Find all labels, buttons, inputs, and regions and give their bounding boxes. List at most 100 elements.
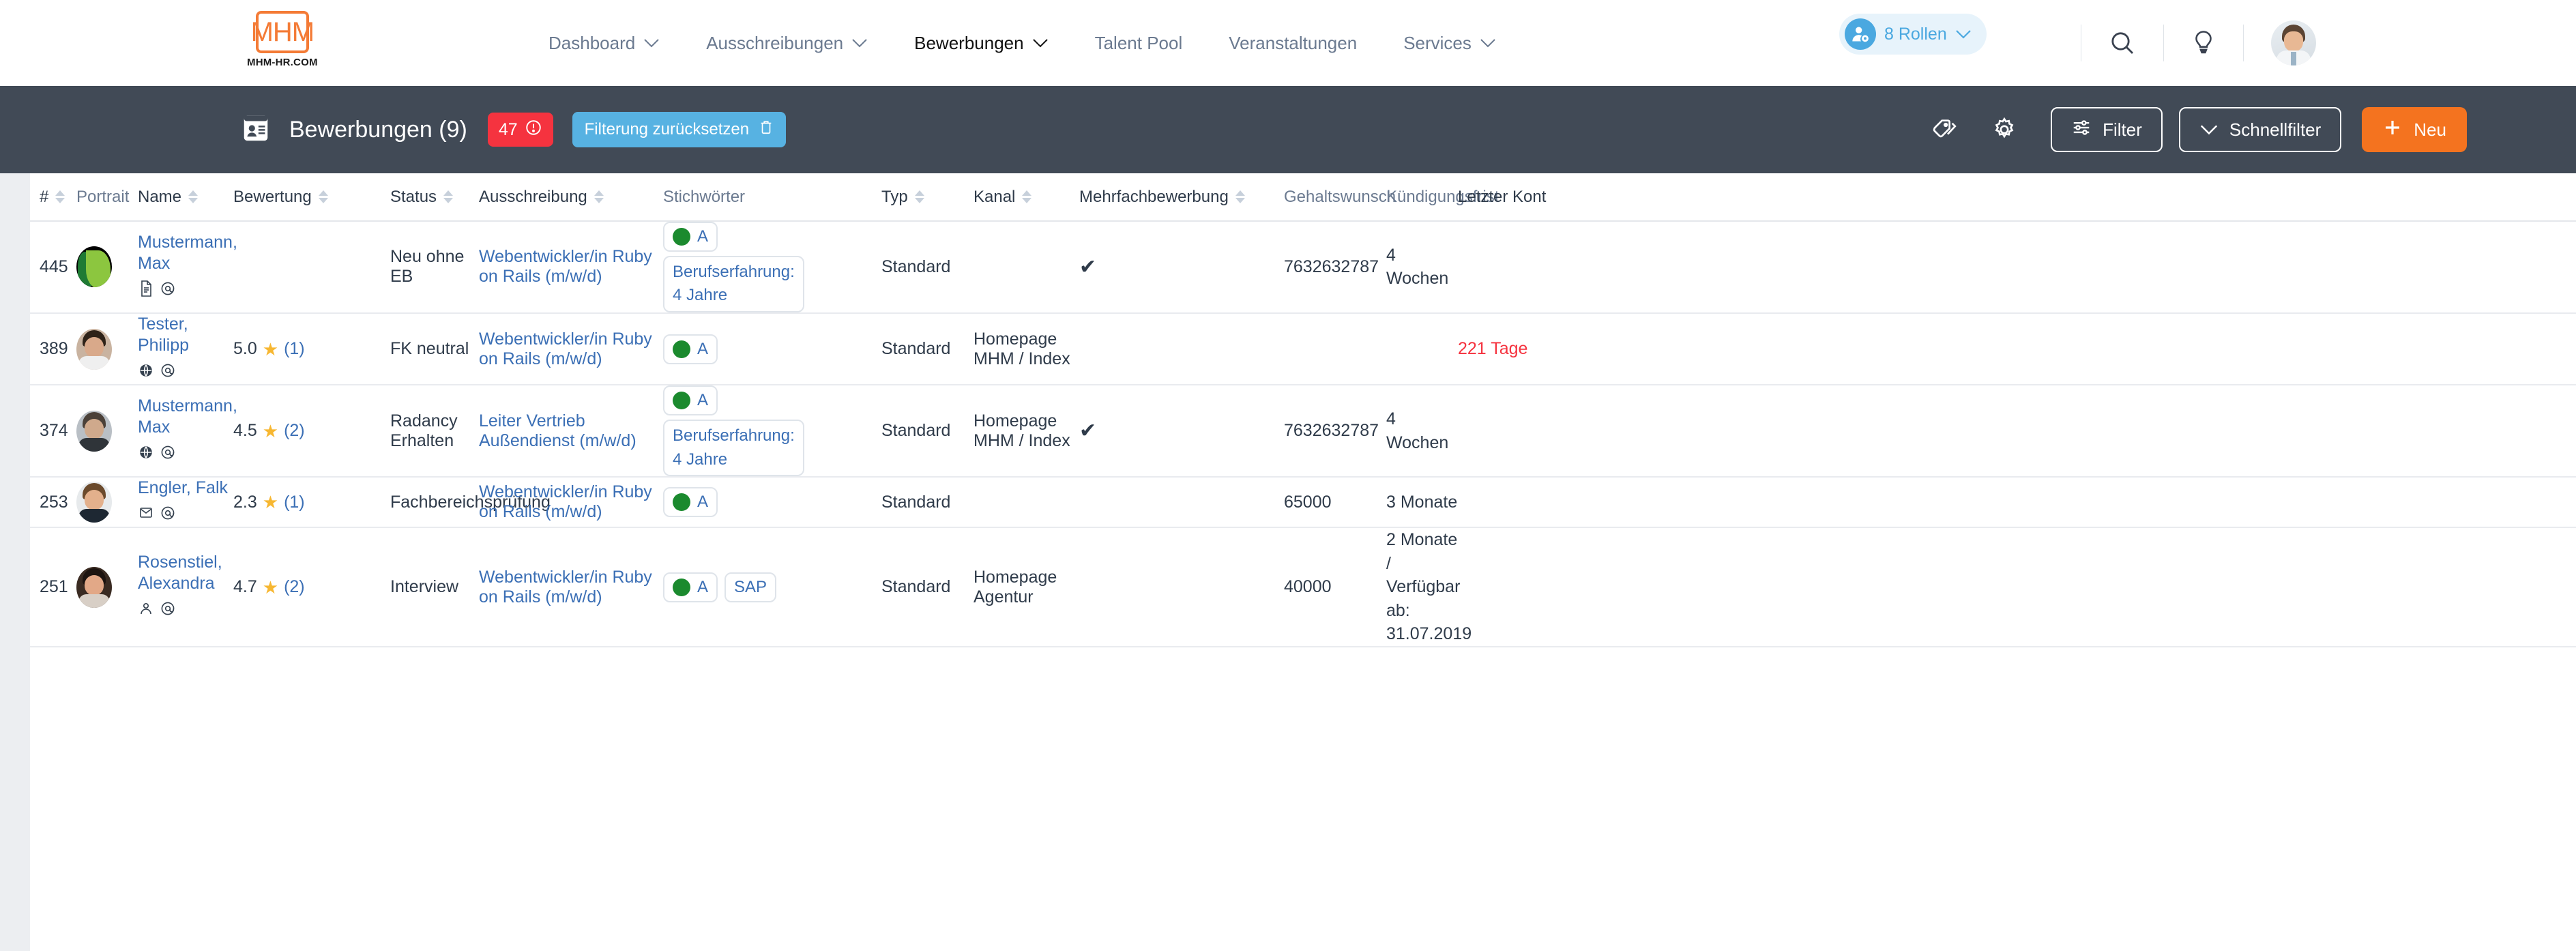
cell-num: 445 <box>40 257 68 276</box>
sort-icon[interactable] <box>914 190 924 203</box>
cell-salary: 65000 <box>1284 492 1332 512</box>
tag-icon[interactable] <box>1931 116 1958 143</box>
cell-rating: 4.7 ★ (2) <box>233 527 390 647</box>
table-row[interactable]: 445 Mustermann, Max Neu ohne EB Webentwickl… <box>0 221 2576 313</box>
avatar[interactable] <box>76 328 112 370</box>
posting-link[interactable]: Leiter Vertrieb Außendienst (m/w/d) <box>479 411 636 450</box>
row-mini-icons <box>138 443 233 466</box>
nav-link-ausschreibungen[interactable]: Ausschreibungen <box>683 33 891 54</box>
sort-icon[interactable] <box>188 190 199 203</box>
avatar[interactable] <box>76 482 112 523</box>
sort-icon[interactable] <box>55 190 65 203</box>
nav-link-label: Bewerbungen <box>914 32 1024 53</box>
filter-sliders-icon <box>2071 117 2092 143</box>
sort-icon[interactable] <box>443 190 454 203</box>
cell-status: FK neutral <box>390 339 469 359</box>
keyword-chip[interactable]: A <box>663 334 718 364</box>
cell-posting: Webentwickler/in Ruby on Rails (m/w/d) <box>479 221 663 313</box>
new-button[interactable]: Neu <box>2362 107 2467 152</box>
posting-link[interactable]: Webentwickler/in Ruby on Rails (m/w/d) <box>479 330 652 368</box>
page-title: Bewerbungen (9) <box>289 116 467 143</box>
nav-link-dashboard[interactable]: Dashboard <box>525 33 683 54</box>
column-header-posting[interactable]: Ausschreibung <box>479 173 663 222</box>
logo-subtitle: MHM-HR.COM <box>247 57 318 68</box>
keyword-chip[interactable]: A <box>663 572 718 602</box>
cell-notice: 4 Wochen <box>1386 409 1449 452</box>
globe-icon[interactable] <box>138 443 154 466</box>
column-header-rating[interactable]: Bewertung <box>233 173 390 222</box>
keyword-chip[interactable]: Berufserfahrung: 4 Jahre <box>663 420 804 477</box>
column-header-multi[interactable]: Mehrfachbewerbung <box>1079 173 1284 222</box>
rating-value: 5.0 <box>233 339 257 359</box>
cell-channel <box>974 477 1079 527</box>
sort-icon[interactable] <box>1022 190 1032 203</box>
star-icon: ★ <box>262 492 279 513</box>
keyword-chip[interactable]: Berufserfahrung: 4 Jahre <box>663 256 804 312</box>
at-icon[interactable] <box>160 362 176 384</box>
table-row[interactable]: 251 Rosenstiel, Alexandra 4.7 ★ (2) Interview… <box>0 527 2576 647</box>
search-icon[interactable] <box>2109 29 2136 57</box>
sort-icon[interactable] <box>318 190 328 203</box>
column-header-num[interactable]: # <box>40 173 76 222</box>
nav-link-services[interactable]: Services <box>1380 33 1519 54</box>
candidate-name-link[interactable]: Mustermann, Max <box>138 396 237 439</box>
user-avatar[interactable] <box>2271 20 2316 65</box>
column-header-status[interactable]: Status <box>390 173 479 222</box>
cell-keywords: A <box>663 313 881 385</box>
filter-button[interactable]: Filter <box>2051 107 2163 152</box>
column-header-label: Typ <box>881 187 908 206</box>
cell-type: Standard <box>881 421 951 441</box>
candidate-name-link[interactable]: Mustermann, Max <box>138 232 237 275</box>
column-header-label: Ausschreibung <box>479 187 587 206</box>
column-header-type[interactable]: Typ <box>881 173 974 222</box>
keyword-chip[interactable]: A <box>663 487 718 518</box>
cell-rating <box>233 221 390 313</box>
at-icon[interactable] <box>160 600 176 622</box>
nav-link-talent-pool[interactable]: Talent Pool <box>1072 33 1206 54</box>
at-icon[interactable] <box>160 280 176 302</box>
sort-icon[interactable] <box>594 190 604 203</box>
roles-selector[interactable]: 8 Rollen <box>1839 14 1987 55</box>
lightbulb-icon[interactable] <box>2191 29 2216 57</box>
at-icon[interactable] <box>160 443 176 466</box>
gear-icon[interactable] <box>1991 116 2018 143</box>
nav-link-veranstaltungen[interactable]: Veranstaltungen <box>1205 33 1380 54</box>
keyword-chip[interactable]: A <box>663 222 718 252</box>
column-header-name[interactable]: Name <box>138 173 233 222</box>
status-badge[interactable]: 47 <box>487 113 553 147</box>
avatar[interactable] <box>76 566 112 608</box>
candidate-name-link[interactable]: Engler, Falk <box>138 478 233 499</box>
keyword-label-line2: 4 Jahre <box>673 286 728 305</box>
brand-logo[interactable]: MHM MHM-HR.COM <box>247 11 318 68</box>
sort-icon[interactable] <box>1235 190 1245 203</box>
person-icon[interactable] <box>138 600 154 622</box>
avatar[interactable] <box>76 410 112 452</box>
keyword-chip[interactable]: A <box>663 385 718 416</box>
column-header-label: Gehaltswunsch <box>1284 187 1396 206</box>
cell-notice: 2 Monate / Verfügbar ab: 31.07.2019 <box>1386 530 1472 644</box>
document-icon[interactable] <box>138 280 154 302</box>
at-icon[interactable] <box>160 504 176 527</box>
posting-link[interactable]: Webentwickler/in Ruby on Rails (m/w/d) <box>479 568 652 606</box>
candidate-name-link[interactable]: Rosenstiel, Alexandra <box>138 552 233 595</box>
quickfilter-button[interactable]: Schnellfilter <box>2178 107 2342 152</box>
posting-link[interactable]: Webentwickler/in Ruby on Rails (m/w/d) <box>479 482 652 521</box>
multi-check-icon: ✔ <box>1079 255 1097 278</box>
posting-link[interactable]: Webentwickler/in Ruby on Rails (m/w/d) <box>479 247 652 286</box>
keyword-chip[interactable]: SAP <box>724 572 777 602</box>
cell-portrait <box>76 221 138 313</box>
globe-icon[interactable] <box>138 362 154 384</box>
column-header-channel[interactable]: Kanal <box>974 173 1079 222</box>
cell-num: 374 <box>40 421 68 441</box>
avatar[interactable] <box>76 246 112 288</box>
table-row[interactable]: 253 Engler, Falk 2.3 ★ (1) Fachbereichsprüfun… <box>0 477 2576 528</box>
left-gutter <box>0 173 30 951</box>
cell-salary: 7632632787 <box>1284 257 1379 276</box>
nav-link-bewerbungen[interactable]: Bewerbungen <box>891 33 1071 54</box>
envelope-icon[interactable] <box>138 504 154 527</box>
table-row[interactable]: 389 Tester, Philipp 5.0 ★ (1) FK neutral Weben… <box>0 313 2576 385</box>
reset-filter-button[interactable]: Filterung zurücksetzen <box>572 112 787 147</box>
candidate-name-link[interactable]: Tester, Philipp <box>138 314 233 357</box>
cell-keywords: A <box>663 477 881 527</box>
table-row[interactable]: 374 Mustermann, Max 4.5 ★ (2) Radancy Erhalte… <box>0 385 2576 478</box>
